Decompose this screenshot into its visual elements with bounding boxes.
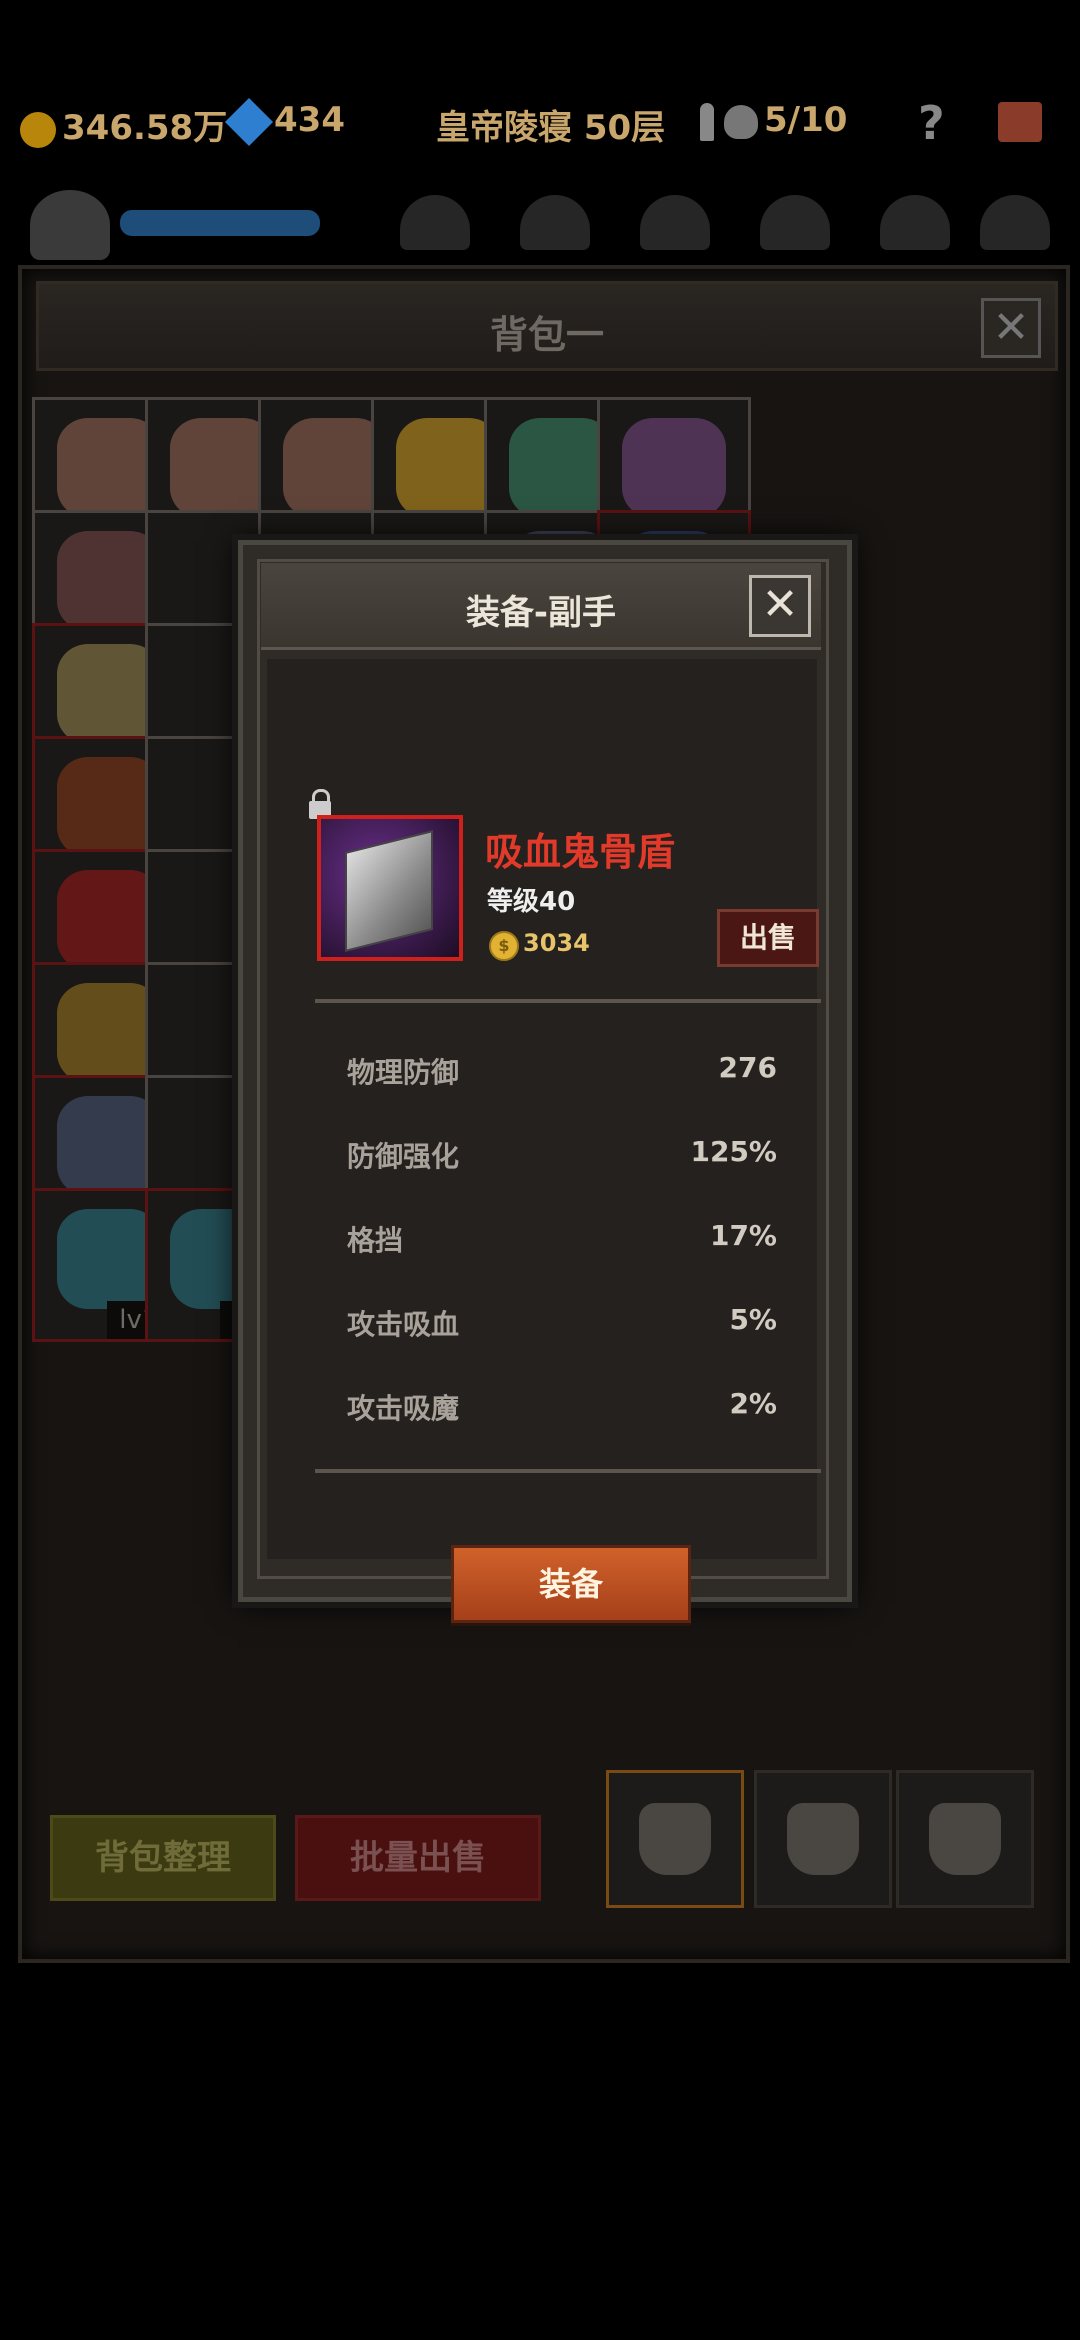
item-level: 等级40 xyxy=(487,887,576,917)
inventory-close-button[interactable]: ✕ xyxy=(981,298,1041,358)
team-slot[interactable] xyxy=(400,195,470,250)
dialog-body: 吸血鬼骨盾 等级40 $ 3034 出售 物理防御 276 防御强化 125% … xyxy=(267,659,821,1623)
sort-bag-button[interactable]: 背包整理 xyxy=(50,1815,276,1901)
dialog-title: 装备-副手 xyxy=(465,593,617,633)
stat-name: 攻击吸魔 xyxy=(347,1392,460,1425)
key-icon xyxy=(700,102,714,141)
bag-icon xyxy=(929,1803,1001,1875)
stat-value: 5% xyxy=(729,1303,777,1336)
stat-value: 17% xyxy=(709,1219,777,1252)
stat-value: 276 xyxy=(718,1051,777,1084)
dialog-header: 装备-副手 ✕ xyxy=(261,563,821,650)
gem-icon xyxy=(224,97,274,146)
inventory-header: 背包一 ✕ xyxy=(36,281,1058,371)
stat-value: 2% xyxy=(729,1387,777,1420)
divider xyxy=(315,1469,821,1473)
divider xyxy=(315,999,821,1003)
skull-icon xyxy=(724,104,758,139)
equipment-dialog: 装备-副手 ✕ 吸血鬼骨盾 等级40 $ 3034 出售 物理防御 276 防御… xyxy=(238,540,852,1623)
stat-name: 攻击吸血 xyxy=(347,1308,460,1341)
stat-row: 攻击吸魔 2% xyxy=(347,1387,777,1427)
dialog-close-button[interactable]: ✕ xyxy=(749,575,811,637)
top-status-bar: 346.58万 434 皇帝陵寝 50层 5/10 ? xyxy=(0,90,1080,160)
stat-row: 攻击吸血 5% xyxy=(347,1303,777,1343)
bag-icon xyxy=(639,1803,711,1875)
coin-icon: $ xyxy=(489,931,519,961)
stat-row: 防御强化 125% xyxy=(347,1135,777,1175)
bag-tab-3[interactable] xyxy=(896,1770,1034,1908)
shield-icon xyxy=(345,830,433,952)
team-slot[interactable] xyxy=(880,195,950,250)
sell-button[interactable]: 出售 xyxy=(717,909,819,967)
item-icon xyxy=(622,418,726,518)
gold-amount: 346.58万 xyxy=(62,108,228,148)
stat-row: 物理防御 276 xyxy=(347,1051,777,1091)
gold-counter: 346.58万 xyxy=(20,100,227,149)
stat-name: 防御强化 xyxy=(347,1140,460,1173)
item-icon-frame xyxy=(317,815,463,961)
skull-counter: 5/10 xyxy=(700,100,847,141)
gem-amount: 434 xyxy=(274,100,345,140)
item-price: 3034 xyxy=(523,929,590,957)
gift-icon[interactable] xyxy=(998,102,1042,142)
help-button[interactable]: ? xyxy=(918,96,945,150)
hero-avatar[interactable] xyxy=(30,190,110,260)
equip-button[interactable]: 装备 xyxy=(451,1545,691,1623)
item-name: 吸血鬼骨盾 xyxy=(485,830,676,874)
bag-tab-2[interactable] xyxy=(754,1770,892,1908)
gold-coin-icon xyxy=(20,111,56,148)
hp-bar xyxy=(120,210,320,236)
team-slot[interactable] xyxy=(520,195,590,250)
team-slot[interactable] xyxy=(980,195,1050,250)
stat-row: 格挡 17% xyxy=(347,1219,777,1259)
inventory-title: 背包一 xyxy=(489,313,604,357)
bag-icon xyxy=(787,1803,859,1875)
team-slot[interactable] xyxy=(640,195,710,250)
stat-name: 格挡 xyxy=(347,1224,404,1257)
batch-sell-button[interactable]: 批量出售 xyxy=(295,1815,541,1901)
team-slot[interactable] xyxy=(760,195,830,250)
stat-name: 物理防御 xyxy=(347,1056,460,1089)
gem-counter: 434 xyxy=(224,97,345,146)
stat-value: 125% xyxy=(690,1135,777,1168)
skull-count: 5/10 xyxy=(764,100,848,140)
dungeon-location: 皇帝陵寝 50层 xyxy=(436,108,666,148)
bag-tab-1[interactable] xyxy=(606,1770,744,1908)
